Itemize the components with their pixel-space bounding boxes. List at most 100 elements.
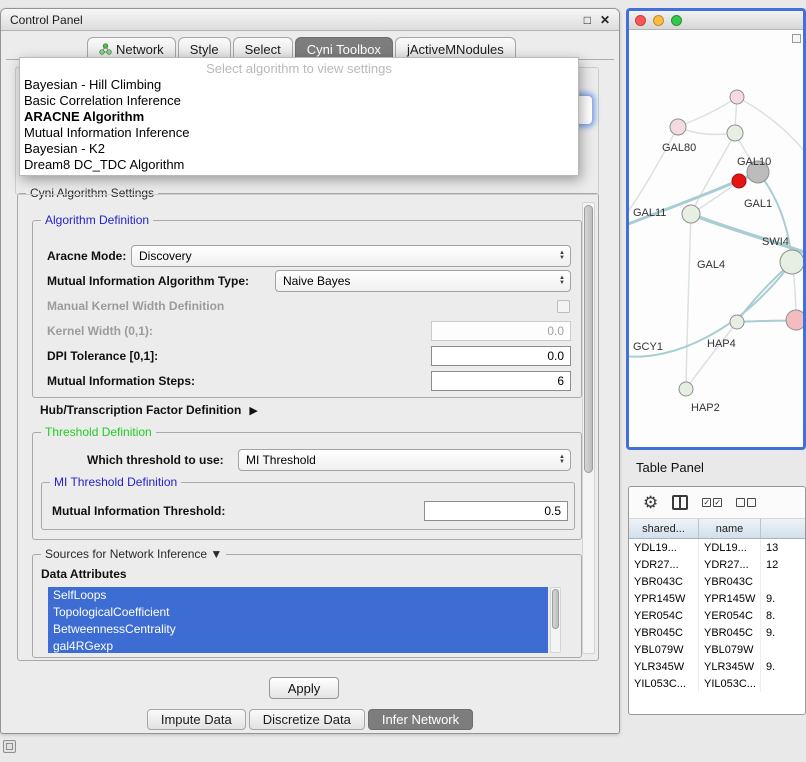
kernel-width-input[interactable]: 0.0 xyxy=(431,321,571,341)
table-row[interactable]: YBR045C YBR045C 9. xyxy=(629,624,805,641)
dropdown-item[interactable]: Bayesian - K2 xyxy=(20,141,578,157)
node[interactable] xyxy=(730,90,744,104)
bottom-tabs: Impute Data Discretize Data Infer Networ… xyxy=(1,709,619,730)
table-row[interactable]: YER054C YER054C 8. xyxy=(629,607,805,624)
select-all-rows-icon[interactable] xyxy=(702,498,722,507)
kernel-width-label: Kernel Width (0,1): xyxy=(47,324,153,338)
node-label: GAL11 xyxy=(633,207,666,219)
table-toolbar: ⚙ xyxy=(629,487,805,519)
sources-expander[interactable]: Sources for Network Inference ▼ xyxy=(41,547,226,562)
tab-infer-network[interactable]: Infer Network xyxy=(368,709,473,730)
algorithm-dropdown-list: Select algorithm to view settings Bayesi… xyxy=(19,57,579,176)
table-row[interactable]: YIL053C... YIL053C... xyxy=(629,675,805,692)
node-label: GAL4 xyxy=(697,259,725,271)
scrollbar-thumb[interactable] xyxy=(584,205,593,473)
unchecked-box-icon xyxy=(736,498,745,507)
dpi-tolerance-input[interactable]: 0.0 xyxy=(431,346,571,366)
tab-impute-data[interactable]: Impute Data xyxy=(147,709,246,730)
hub-definition-expander[interactable]: Hub/Transcription Factor Definition ▶ xyxy=(40,403,258,417)
settings-scrollbar[interactable] xyxy=(582,202,595,654)
network-titlebar[interactable] xyxy=(629,11,803,30)
table-row[interactable]: YPR145W YPR145W 9. xyxy=(629,590,805,607)
group-title: Threshold Definition xyxy=(41,425,156,440)
checked-box-icon xyxy=(702,498,711,507)
desktop: Control Panel □ ✕ Network Style xyxy=(0,0,806,762)
node-selected-red[interactable] xyxy=(732,174,746,188)
unchecked-box-icon xyxy=(747,498,756,507)
tab-discretize-data[interactable]: Discretize Data xyxy=(249,709,365,730)
cyni-settings-group: Cyni Algorithm Settings Algorithm Defini… xyxy=(17,193,599,661)
expand-right-icon[interactable]: ▶ xyxy=(249,404,257,417)
dropdown-item[interactable]: Basic Correlation Inference xyxy=(20,93,578,109)
dpi-tolerance-label: DPI Tolerance [0,1]: xyxy=(47,349,158,363)
manual-kernel-label: Manual Kernel Width Definition xyxy=(47,299,224,313)
node-label: GCY1 xyxy=(633,341,663,353)
close-traffic-light[interactable] xyxy=(635,15,646,26)
node-gal80[interactable] xyxy=(670,119,686,135)
attribute-item-selected[interactable]: SelfLoops xyxy=(48,587,548,604)
tab-label: jActiveMNodules xyxy=(407,42,504,57)
mi-type-select[interactable]: Naive Bayes xyxy=(275,270,571,292)
tab-label: Select xyxy=(245,42,281,57)
mi-threshold-label: Mutual Information Threshold: xyxy=(52,504,225,518)
table-row[interactable]: YBL079W YBL079W xyxy=(629,641,805,658)
column-header[interactable] xyxy=(761,519,805,538)
node-gal1[interactable] xyxy=(682,205,700,223)
attribute-item-selected[interactable]: TopologicalCoefficient xyxy=(48,604,548,621)
column-header[interactable]: shared... xyxy=(629,519,699,538)
node[interactable] xyxy=(780,250,803,274)
mi-steps-input[interactable]: 6 xyxy=(431,371,571,391)
dropdown-item[interactable]: Bayesian - Hill Climbing xyxy=(20,77,578,93)
attribute-list: SelfLoops TopologicalCoefficient Between… xyxy=(48,587,548,653)
node-hap2[interactable] xyxy=(679,382,693,396)
node-hap4[interactable] xyxy=(730,315,744,329)
dropdown-item[interactable]: Dream8 DC_TDC Algorithm xyxy=(20,157,578,173)
table-row[interactable]: YDR27... YDR27... 12 xyxy=(629,556,805,573)
attribute-item-selected[interactable]: gal4RGexp xyxy=(48,638,548,653)
updown-arrows-icon xyxy=(556,276,568,286)
network-canvas[interactable]: GAL80 GAL10 GAL11 GAL1 SWI4 GAL4 GCY1 HA… xyxy=(629,30,803,447)
gear-icon[interactable]: ⚙ xyxy=(643,494,658,511)
manual-kernel-checkbox[interactable] xyxy=(557,300,570,313)
dropdown-item-selected[interactable]: ARACNE Algorithm xyxy=(20,109,578,125)
tab-label: Style xyxy=(190,42,219,57)
updown-arrows-icon xyxy=(556,251,568,261)
control-panel-titlebar[interactable]: Control Panel □ ✕ xyxy=(1,9,619,31)
network-view-window: GAL80 GAL10 GAL11 GAL1 SWI4 GAL4 GCY1 HA… xyxy=(626,8,806,450)
float-window-icon[interactable]: □ xyxy=(584,13,591,27)
attribute-item-selected[interactable]: BetweennessCentrality xyxy=(48,621,548,638)
dropdown-item[interactable]: Mutual Information Inference xyxy=(20,125,578,141)
collapse-down-icon[interactable]: ▼ xyxy=(210,547,222,561)
column-header[interactable]: name xyxy=(699,519,761,538)
zoom-traffic-light[interactable] xyxy=(671,15,682,26)
tab-label: Cyni Toolbox xyxy=(307,42,381,57)
table-row[interactable]: YLR345W YLR345W 9. xyxy=(629,658,805,675)
node-label: HAP4 xyxy=(707,338,736,350)
node[interactable] xyxy=(786,310,803,330)
scroll-corner-box[interactable] xyxy=(792,34,801,43)
attribute-list-scrollbar[interactable] xyxy=(550,587,561,653)
node-label: GAL10 xyxy=(737,156,771,168)
node-label: SWI4 xyxy=(762,236,789,248)
apply-button[interactable]: Apply xyxy=(269,677,339,699)
control-panel-window: Control Panel □ ✕ Network Style xyxy=(0,8,620,734)
mi-type-label: Mutual Information Algorithm Type: xyxy=(47,274,249,288)
columns-icon[interactable] xyxy=(672,495,688,510)
table-row[interactable]: YBR043C YBR043C xyxy=(629,573,805,590)
mi-threshold-group: MI Threshold Definition Mutual Informati… xyxy=(41,482,575,530)
aracne-mode-select[interactable]: Discovery xyxy=(131,245,571,267)
which-threshold-select[interactable]: MI Threshold xyxy=(238,449,571,471)
node[interactable] xyxy=(727,125,743,141)
checked-box-icon xyxy=(713,498,722,507)
threshold-definition-group: Threshold Definition Which threshold to … xyxy=(32,432,582,540)
table-row[interactable]: YDL19... YDL19... 13 xyxy=(629,539,805,556)
collapsed-panel-icon[interactable] xyxy=(3,740,16,753)
sources-group: Sources for Network Inference ▼ Data Att… xyxy=(32,554,582,658)
deselect-all-rows-icon[interactable] xyxy=(736,498,756,507)
scrollbar-thumb[interactable] xyxy=(552,589,559,629)
group-title: Algorithm Definition xyxy=(41,213,153,228)
algorithm-definition-group: Algorithm Definition Aracne Mode: Discov… xyxy=(32,220,582,398)
close-icon[interactable]: ✕ xyxy=(600,13,610,27)
mi-threshold-input[interactable]: 0.5 xyxy=(424,501,568,521)
minimize-traffic-light[interactable] xyxy=(653,15,664,26)
